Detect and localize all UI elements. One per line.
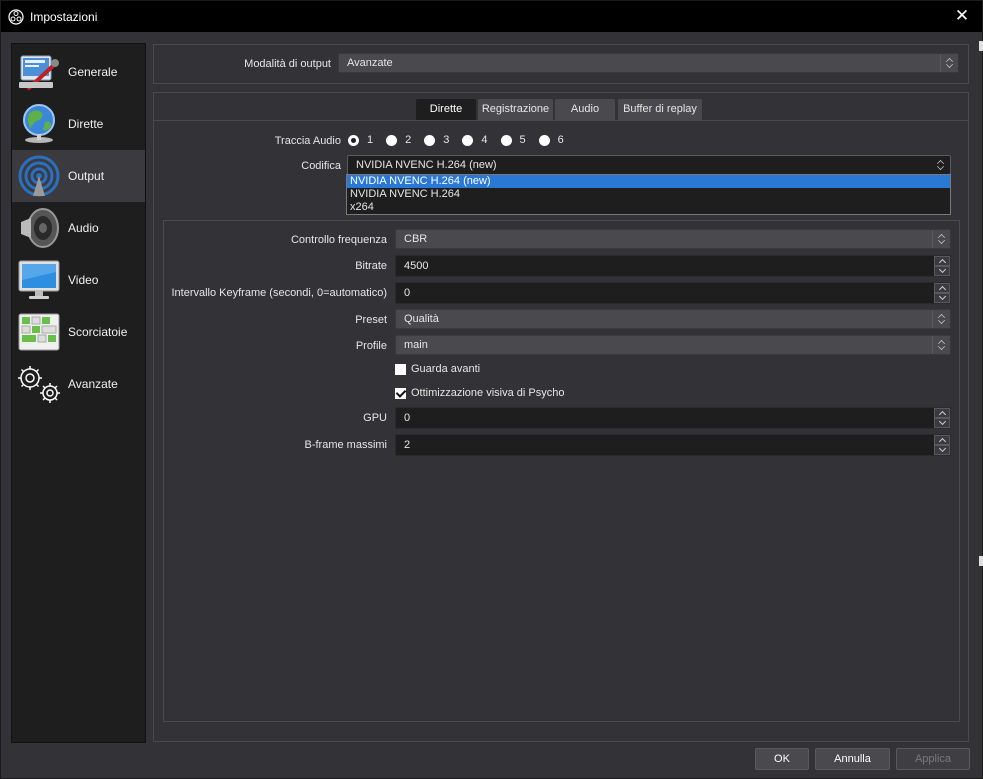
chevron-updown-icon	[932, 156, 950, 174]
edge-mark	[979, 556, 983, 566]
sidebar-item-label: Video	[68, 273, 99, 287]
tab-divider	[153, 120, 969, 121]
output-mode-label: Modalità di output	[244, 58, 331, 70]
rate-control-select[interactable]: CBR	[395, 229, 951, 249]
sidebar-item-output[interactable]: Output	[12, 150, 145, 202]
tab-dirette[interactable]: Dirette	[416, 99, 476, 120]
psycho-visual-checkbox[interactable]: Ottimizzazione visiva di Psycho	[395, 387, 564, 399]
preset-value: Qualità	[404, 313, 439, 325]
spin-down-icon[interactable]	[934, 266, 950, 276]
close-icon[interactable]: ✕	[952, 6, 972, 26]
sidebar-item-label: Avanzate	[68, 377, 118, 391]
psycho-visual-label: Ottimizzazione visiva di Psycho	[411, 387, 565, 399]
audio-track-radio-6[interactable]: 6	[538, 134, 564, 146]
audio-track-radio-1[interactable]: 1	[348, 134, 373, 146]
gpu-label: GPU	[363, 412, 387, 424]
encoder-option[interactable]: NVIDIA NVENC H.264 (new)	[347, 175, 950, 188]
sidebar-item-video[interactable]: Video	[12, 254, 145, 306]
encoder-select[interactable]: NVIDIA NVENC H.264 (new)	[347, 155, 951, 175]
audio-track-radio-3[interactable]: 3	[424, 134, 449, 146]
speaker-icon	[14, 203, 64, 253]
tab-buffer-replay[interactable]: Buffer di replay	[618, 99, 702, 120]
sidebar-item-label: Output	[68, 169, 105, 183]
rate-control-label: Controllo frequenza	[290, 234, 387, 246]
output-mode-select[interactable]: Avanzate	[338, 53, 959, 73]
profile-value: main	[404, 339, 428, 351]
sidebar-item-avanzate[interactable]: Avanzate	[12, 358, 145, 410]
sidebar-item-label: Scorciatoie	[68, 325, 128, 339]
bitrate-label: Bitrate	[355, 260, 387, 272]
keyframe-label: Intervallo Keyframe (secondi, 0=automati…	[171, 287, 387, 299]
bitrate-value: 4500	[404, 260, 429, 272]
spin-down-icon[interactable]	[934, 445, 950, 455]
radio-label: 5	[519, 134, 526, 146]
checkbox-box	[395, 363, 406, 375]
preset-select[interactable]: Qualità	[395, 309, 951, 329]
profile-select[interactable]: main	[395, 335, 951, 355]
broadcast-icon	[14, 151, 64, 201]
encoder-label: Codifica	[301, 160, 341, 172]
profile-label: Profile	[355, 340, 387, 352]
encoder-option[interactable]: NVIDIA NVENC H.264	[347, 188, 950, 201]
title-bar: Impostazioni ✕	[1, 1, 982, 32]
sidebar-item-dirette[interactable]: Dirette	[12, 98, 145, 150]
ok-button[interactable]: OK	[755, 748, 809, 770]
checkmark-icon	[395, 387, 406, 399]
sidebar: Generale Dirette Output Audio Video Scor…	[11, 43, 146, 743]
lookahead-checkbox[interactable]: Guarda avanti	[395, 363, 480, 375]
audio-track-radio-2[interactable]: 2	[386, 134, 411, 146]
sidebar-item-audio[interactable]: Audio	[12, 202, 145, 254]
radio-label: 1	[367, 134, 374, 146]
audio-track-radio-5[interactable]: 5	[500, 134, 526, 146]
encoder-value: NVIDIA NVENC H.264 (new)	[356, 159, 497, 171]
sidebar-item-label: Dirette	[68, 117, 104, 131]
preset-label: Preset	[355, 314, 387, 326]
sidebar-item-scorciatoie[interactable]: Scorciatoie	[12, 306, 145, 358]
chevron-updown-icon	[932, 230, 950, 248]
chevron-updown-icon	[932, 310, 950, 328]
radio-label: 2	[405, 134, 412, 146]
gears-icon	[14, 359, 64, 409]
apply-button[interactable]: Applica	[896, 748, 970, 770]
gpu-input[interactable]: 0	[395, 407, 951, 429]
keyboard-icon	[14, 307, 64, 357]
monitor-icon	[14, 255, 64, 305]
audio-track-radio-4[interactable]: 4	[462, 134, 488, 146]
window-title: Impostazioni	[30, 9, 98, 24]
encoder-dropdown-list: NVIDIA NVENC H.264 (new) NVIDIA NVENC H.…	[346, 174, 951, 215]
radio-label: 3	[443, 134, 450, 146]
settings-window: Impostazioni ✕ Generale Dirette Output A…	[0, 0, 983, 779]
globe-icon	[14, 99, 64, 149]
radio-label: 6	[557, 134, 564, 146]
tab-registrazione[interactable]: Registrazione	[478, 99, 553, 120]
bframes-input[interactable]: 2	[395, 434, 951, 456]
output-mode-value: Avanzate	[347, 57, 393, 69]
obs-logo-icon	[8, 8, 24, 25]
tab-audio[interactable]: Audio	[555, 99, 615, 120]
spin-down-icon[interactable]	[934, 293, 950, 303]
bframes-label: B-frame massimi	[304, 439, 387, 451]
gpu-value: 0	[404, 412, 411, 424]
encoder-option[interactable]: x264	[347, 201, 950, 214]
sidebar-item-generale[interactable]: Generale	[12, 46, 145, 98]
audio-track-label: Traccia Audio	[274, 135, 341, 147]
cancel-button[interactable]: Annulla	[815, 748, 890, 770]
lookahead-label: Guarda avanti	[411, 363, 481, 375]
radio-label: 4	[481, 134, 488, 146]
sidebar-item-label: Audio	[68, 221, 99, 235]
audio-track-radios: 1 2 3 4 5 6	[348, 134, 577, 146]
edge-mark	[979, 41, 983, 51]
keyframe-value: 0	[404, 287, 411, 299]
bitrate-input[interactable]: 4500	[395, 255, 951, 277]
rate-control-value: CBR	[404, 233, 428, 245]
sidebar-item-label: Generale	[68, 65, 118, 79]
spin-down-icon[interactable]	[934, 418, 950, 428]
chevron-updown-icon	[940, 54, 958, 72]
keyframe-input[interactable]: 0	[395, 282, 951, 304]
bframes-value: 2	[404, 439, 411, 451]
chevron-updown-icon	[932, 336, 950, 354]
settings-wrench-icon	[14, 47, 64, 97]
